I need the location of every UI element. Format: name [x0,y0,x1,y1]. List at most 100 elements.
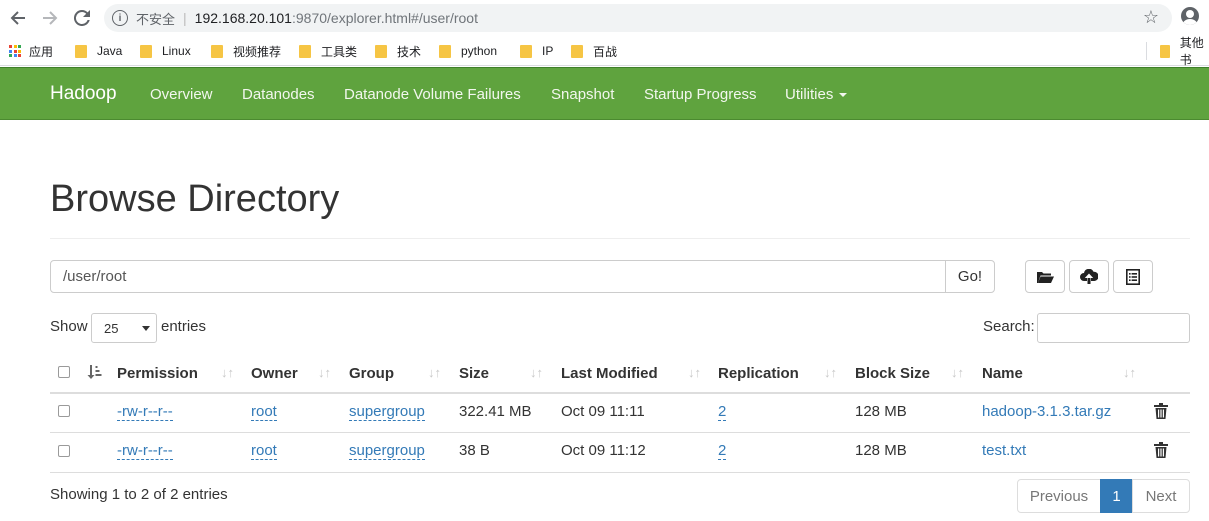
owner-link[interactable]: root [251,442,277,460]
file-name-link[interactable]: hadoop-3.1.3.tar.gz [982,403,1111,420]
bookmarks-bar: 应用 Java Linux 视频推荐 工具类 技术 python IP 百战 其… [0,36,1209,67]
bookmark-apps[interactable]: 应用 [9,42,53,60]
sort-icon[interactable]: ↓↑ [428,365,441,380]
nav-snapshot[interactable]: Snapshot [551,86,614,103]
sort-icon[interactable]: ↓↑ [318,365,331,380]
go-button[interactable]: Go! [945,260,995,293]
bookmark-tech[interactable]: 技术 [375,42,421,60]
row-checkbox[interactable] [58,445,70,457]
nav-utilities-dropdown[interactable]: Utilities [785,86,848,103]
bookmark-video[interactable]: 视频推荐 [211,42,281,60]
title-divider [50,238,1190,239]
security-label: 不安全 [136,11,176,27]
directory-path-input[interactable] [50,260,946,293]
page-title: Browse Directory [50,178,340,220]
column-permission[interactable]: Permission [117,365,198,382]
info-icon[interactable]: i [112,10,128,26]
bookmark-ip[interactable]: IP [520,42,553,60]
block-size-cell: 128 MB [855,442,907,459]
profile-avatar-icon[interactable] [1181,7,1199,25]
create-directory-button[interactable] [1025,260,1065,293]
page-size-select[interactable]: 25 [91,313,157,343]
bookmark-label: 技术 [397,44,422,59]
file-name-link[interactable]: test.txt [982,442,1026,459]
bookmark-label: Java [97,44,123,58]
table-info: Showing 1 to 2 of 2 entries [50,486,228,503]
navbar-brand[interactable]: Hadoop [50,83,117,105]
folder-icon [439,44,451,58]
bookmark-java[interactable]: Java [75,42,122,60]
sort-icon[interactable]: ↓↑ [221,365,234,380]
show-label: Show [50,318,88,335]
permission-link[interactable]: -rw-r--r-- [117,403,173,421]
owner-link[interactable]: root [251,403,277,421]
bookmark-star-icon[interactable]: ☆ [1143,7,1159,28]
bookmarks-divider [1146,42,1147,60]
url-path: :9870/explorer.html#/user/root [291,10,478,26]
forward-arrow-icon[interactable] [38,6,62,30]
reload-icon[interactable] [70,6,94,30]
folder-icon [211,44,223,58]
select-arrow-icon [142,326,150,331]
column-size[interactable]: Size [459,365,489,382]
group-link[interactable]: supergroup [349,403,425,421]
apps-grid-icon [9,45,21,57]
bookmark-python[interactable]: python [439,42,497,60]
column-last-modified[interactable]: Last Modified [561,365,658,382]
sort-icon[interactable]: ↓↑ [824,365,837,380]
caret-down-icon [839,93,848,98]
sort-icon[interactable]: ↓↑ [530,365,543,380]
folder-icon [140,44,152,58]
page-size-value: 25 [104,320,119,336]
select-all-checkbox[interactable] [58,366,70,378]
cut-paste-button[interactable] [1113,260,1153,293]
nav-volume-failures[interactable]: Datanode Volume Failures [344,86,521,103]
bookmark-baizhan[interactable]: 百战 [571,42,617,60]
row-checkbox[interactable] [58,405,70,417]
column-name[interactable]: Name [982,365,1023,382]
permission-link[interactable]: -rw-r--r-- [117,442,173,460]
folder-icon [1160,44,1170,58]
back-arrow-icon[interactable] [6,6,30,30]
next-page-button[interactable]: Next [1132,479,1190,513]
column-block-size[interactable]: Block Size [855,365,930,382]
cloud-upload-icon [1080,268,1098,284]
browser-toolbar: i 不安全 | 192.168.20.101:9870/explorer.htm… [0,0,1209,36]
table-header-divider [50,392,1190,394]
row-divider [50,432,1190,433]
nav-startup-progress[interactable]: Startup Progress [644,86,757,103]
sort-icon[interactable]: ↓↑ [688,365,701,380]
bookmark-tools[interactable]: 工具类 [299,42,357,60]
upload-files-button[interactable] [1069,260,1109,293]
nav-datanodes[interactable]: Datanodes [242,86,315,103]
folder-open-icon [1037,271,1054,283]
search-input[interactable] [1037,313,1190,343]
modified-cell: Oct 09 11:11 [561,403,645,420]
bookmark-label: python [461,44,498,58]
bookmark-label: Linux [162,44,191,58]
sort-icon[interactable]: ↓↑ [1123,365,1136,380]
replication-link[interactable]: 2 [718,442,727,460]
search-label: Search: [983,318,1035,335]
trash-icon[interactable] [1154,403,1168,419]
sort-icon[interactable]: ↓↑ [951,365,964,380]
page-1-button[interactable]: 1 [1100,479,1133,513]
previous-page-button[interactable]: Previous [1017,479,1101,513]
sort-amount-icon[interactable] [87,364,103,383]
trash-icon[interactable] [1154,442,1168,458]
group-link[interactable]: supergroup [349,442,425,460]
bookmark-other[interactable]: 其他书 [1160,36,1209,67]
column-replication[interactable]: Replication [718,365,799,382]
bookmark-label: 百战 [593,44,618,59]
folder-icon [375,44,387,58]
column-owner[interactable]: Owner [251,365,298,382]
list-alt-icon [1126,268,1140,285]
url-host: 192.168.20.101 [194,10,292,26]
replication-link[interactable]: 2 [718,403,727,421]
bookmark-linux[interactable]: Linux [140,42,191,60]
nav-overview[interactable]: Overview [150,86,213,103]
size-cell: 322.41 MB [459,403,532,420]
folder-icon [75,44,87,58]
address-bar[interactable]: i 不安全 | 192.168.20.101:9870/explorer.htm… [104,4,1172,32]
column-group[interactable]: Group [349,365,394,382]
